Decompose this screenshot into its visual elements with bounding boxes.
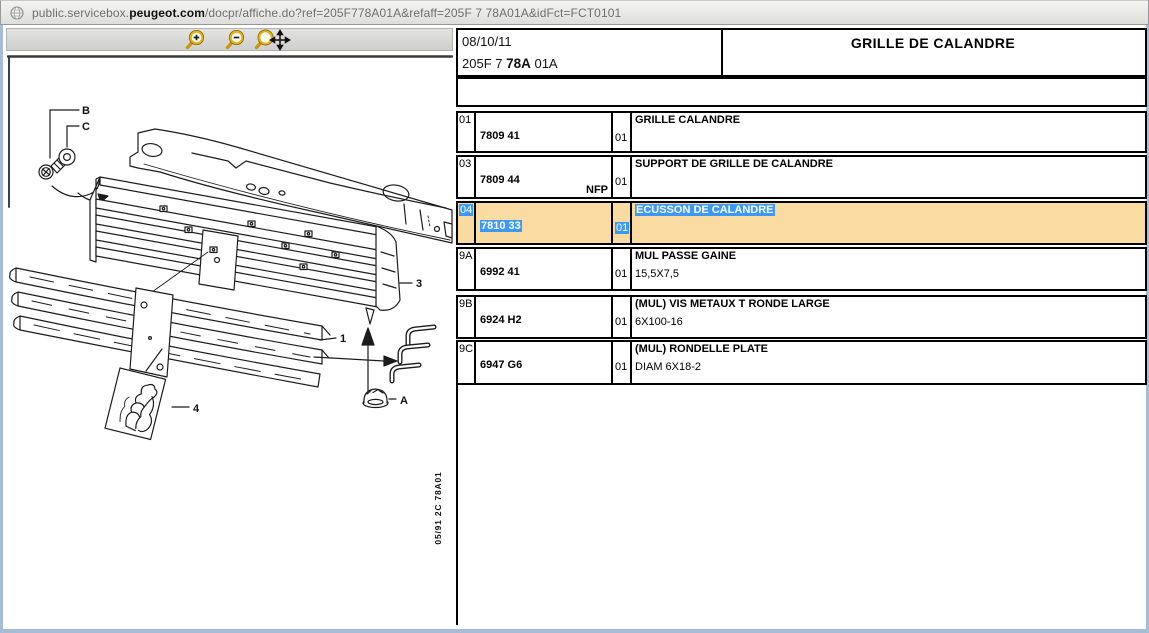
part-ref-cell: 7809 44 NFP <box>476 157 613 197</box>
document-reference: 205F 7 78A 01A <box>462 56 558 71</box>
part-description: (MUL) VIS METAUX T RONDE LARGE <box>635 298 830 310</box>
diagram-label-1: 1 <box>340 333 346 345</box>
part-ref-cell: 6992 41 <box>476 249 613 289</box>
part-row-01[interactable]: 01 7809 41 01 GRILLE CALANDRE <box>456 111 1147 153</box>
part-description: ECUSSON DE CALANDRE <box>635 204 775 216</box>
row-number: 9C <box>459 343 473 355</box>
url-domain: peugeot.com <box>129 6 205 20</box>
qty-cell: 01 <box>613 157 632 197</box>
part-row-03[interactable]: 03 7809 44 NFP 01 SUPPORT DE GRILLE DE CA… <box>456 155 1147 199</box>
badge-emblem <box>105 368 166 440</box>
part-row-9B[interactable]: 9B 6924 H2 01 (MUL) VIS METAUX T RONDE L… <box>456 295 1147 339</box>
desc-cell: (MUL) VIS METAUX T RONDE LARGE 6X100-16 <box>632 297 1145 337</box>
part-reference: 6924 H2 <box>480 314 522 326</box>
header-ref-cell: 08/10/11 205F 7 78A 01A <box>458 30 723 75</box>
row-number: 03 <box>459 158 471 170</box>
part-description: SUPPORT DE GRILLE DE CALANDRE <box>635 158 833 170</box>
url-prefix: public.servicebox. <box>32 6 129 20</box>
qty-cell: 01 <box>613 342 632 383</box>
reference-suffix: 01A <box>531 56 558 71</box>
servicebox-parts-page: { "window": { "url": { "prefix": "public… <box>0 0 1149 633</box>
part-description: MUL PASSE GAINE <box>635 250 736 262</box>
desc-cell: MUL PASSE GAINE 15,5X7,5 <box>632 249 1145 289</box>
part-row-04-selected[interactable]: 04 7810 33 01 ECUSSON DE CALANDRE <box>456 201 1147 245</box>
url-path: /docpr/affiche.do?ref=205F778A01A&refaff… <box>205 6 621 20</box>
desc-cell: SUPPORT DE GRILLE DE CALANDRE <box>632 157 1145 197</box>
slam-panel <box>130 129 452 243</box>
part-ref-cell: 6947 G6 <box>476 342 613 383</box>
table-left-border-extension <box>456 385 458 625</box>
row-number-cell: 9C <box>458 342 476 383</box>
reference-prefix: 205F 7 <box>462 56 506 71</box>
url-text: public.servicebox.peugeot.com/docpr/affi… <box>32 6 621 20</box>
part-row-9A[interactable]: 9A 6992 41 01 MUL PASSE GAINE 15,5X7,5 <box>456 247 1147 291</box>
grommet-part <box>363 389 396 408</box>
parts-diagram: B C 3 1 4 A 05/91 2C 78A01 <box>7 55 454 633</box>
row-number-cell: 9B <box>458 297 476 337</box>
diagram-label-4: 4 <box>193 403 200 415</box>
zoom-out-icon[interactable] <box>223 29 247 51</box>
zoom-pan-icon[interactable] <box>253 29 291 51</box>
desc-cell: (MUL) RONDELLE PLATE DIAM 6X18-2 <box>632 342 1145 383</box>
row-number: 01 <box>459 114 471 126</box>
part-qty: 01 <box>615 361 627 373</box>
row-number-cell: 03 <box>458 157 476 197</box>
qty-cell: 01 <box>613 113 632 151</box>
part-dimension: 6X100-16 <box>635 316 683 328</box>
row-number: 04 <box>459 204 473 216</box>
diagram-label-c: C <box>82 121 90 133</box>
table-header: 08/10/11 205F 7 78A 01A GRILLE DE CALAND… <box>456 28 1147 77</box>
washer-part <box>52 149 108 202</box>
part-reference: 6947 G6 <box>480 359 522 371</box>
part-qty: 01 <box>615 268 627 280</box>
desc-cell: ECUSSON DE CALANDRE <box>632 203 1145 243</box>
part-qty: 01 <box>615 222 629 234</box>
part-reference: 7810 33 <box>480 220 522 232</box>
qty-cell: 01 <box>613 297 632 337</box>
address-bar[interactable]: public.servicebox.peugeot.com/docpr/affi… <box>0 0 1149 25</box>
part-reference: 6992 41 <box>480 266 520 278</box>
diagram-toolbar <box>6 28 453 51</box>
diagram-label-3: 3 <box>416 278 422 290</box>
part-qty: 01 <box>615 316 627 328</box>
document-date: 08/10/11 <box>462 34 512 49</box>
empty-row <box>456 77 1147 107</box>
row-number-cell: 01 <box>458 113 476 151</box>
desc-cell: GRILLE CALANDRE <box>632 113 1145 151</box>
window-edge-left <box>0 0 3 633</box>
part-qty: 01 <box>615 132 627 144</box>
direction-arrows <box>314 328 397 392</box>
diagram-label-a: A <box>400 395 408 407</box>
diagram-stamp: 05/91 2C 78A01 <box>433 471 443 544</box>
nfp-flag: NFP <box>586 184 608 196</box>
part-ref-cell: 6924 H2 <box>476 297 613 337</box>
part-description: (MUL) RONDELLE PLATE <box>635 343 768 355</box>
qty-cell: 01 <box>613 203 632 243</box>
part-ref-cell: 7809 41 <box>476 113 613 151</box>
row-number: 9B <box>459 298 472 310</box>
clip-rods <box>392 327 434 381</box>
globe-icon <box>10 6 24 20</box>
part-dimension: DIAM 6X18-2 <box>635 361 701 373</box>
part-description: GRILLE CALANDRE <box>635 114 740 126</box>
qty-cell: 01 <box>613 249 632 289</box>
zoom-in-icon[interactable] <box>183 29 207 51</box>
part-reference: 7809 44 <box>480 174 520 186</box>
part-dimension: 15,5X7,5 <box>635 268 679 280</box>
row-number-cell: 9A <box>458 249 476 289</box>
part-ref-cell: 7810 33 <box>476 203 613 243</box>
part-reference: 7809 41 <box>480 130 520 142</box>
part-row-9C[interactable]: 9C 6947 G6 01 (MUL) RONDELLE PLATE DIAM 6… <box>456 340 1147 385</box>
row-number-cell: 04 <box>458 203 476 243</box>
part-qty: 01 <box>615 176 627 188</box>
row-number: 9A <box>459 250 472 262</box>
diagram-label-b: B <box>82 105 90 117</box>
page-title: GRILLE DE CALANDRE <box>721 35 1145 51</box>
reference-plate: 78A <box>506 56 531 71</box>
